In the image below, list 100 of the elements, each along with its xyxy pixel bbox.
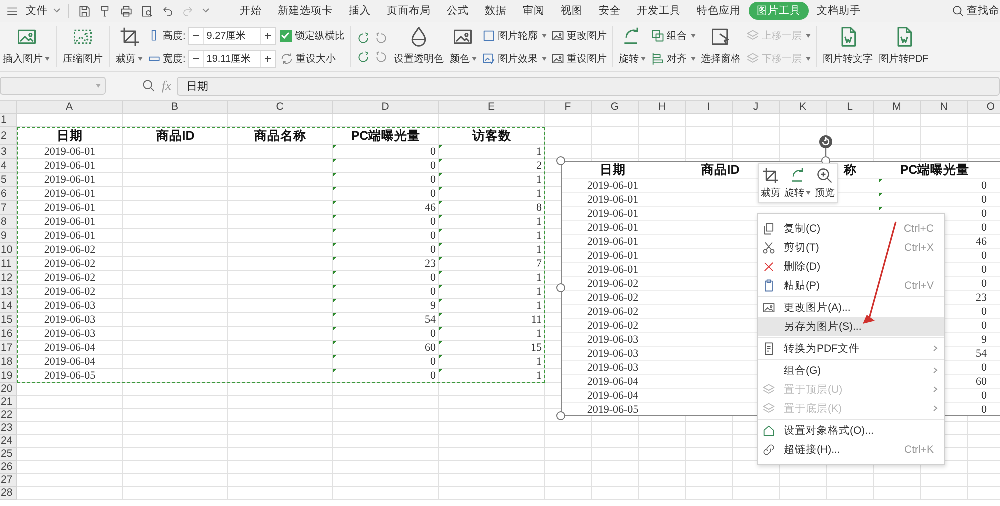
menu-tab[interactable]: 视图 [553, 2, 591, 20]
plus-icon[interactable] [264, 55, 272, 64]
column-header[interactable]: D [333, 101, 439, 114]
column-header[interactable]: G [592, 101, 639, 114]
rotate-icon[interactable] [356, 32, 370, 44]
row-number[interactable]: 17 [0, 341, 17, 355]
menu-item[interactable]: 设置对象格式(O)... [758, 421, 944, 440]
column-header[interactable]: O [968, 101, 1000, 114]
row-number[interactable]: 12 [0, 271, 17, 285]
menu-item[interactable]: 粘贴(P) Ctrl+V [758, 276, 944, 295]
row-number[interactable]: 14 [0, 299, 17, 313]
ribbon-button[interactable]: 图片效果 [482, 52, 547, 66]
row-number[interactable]: 19 [0, 369, 17, 383]
column-header[interactable]: H [639, 101, 686, 114]
ribbon-button[interactable]: 设置透明色 [390, 24, 447, 71]
column-header[interactable]: N [921, 101, 968, 114]
resize-handle[interactable] [556, 411, 566, 421]
row-number[interactable]: 11 [0, 257, 17, 271]
menu-tab[interactable]: 页面布局 [379, 2, 439, 20]
rotate-icon[interactable] [374, 32, 388, 44]
row-number[interactable]: 13 [0, 285, 17, 299]
row-number[interactable]: 4 [0, 159, 17, 173]
column-header[interactable]: F [545, 101, 592, 114]
menu-item[interactable]: 复制(C) Ctrl+C [758, 219, 944, 238]
resize-handle[interactable] [556, 283, 566, 293]
customize-caret-icon[interactable] [202, 8, 210, 14]
rotate-icon[interactable] [356, 50, 370, 64]
row-number[interactable]: 1 [0, 114, 17, 127]
column-header[interactable]: I [686, 101, 733, 114]
ribbon-button[interactable]: 重设图片 [550, 52, 607, 66]
row-number[interactable]: 9 [0, 229, 17, 243]
column-header[interactable]: M [874, 101, 921, 114]
menu-item[interactable]: 转换为PDF文件 [758, 339, 944, 358]
menu-tab[interactable]: 开发工具 [629, 2, 689, 20]
row-number[interactable]: 15 [0, 313, 17, 327]
row-number[interactable]: 20 [0, 383, 17, 396]
ribbon-button[interactable]: 对齐 [650, 52, 696, 66]
menu-tab[interactable]: 文档助手 [809, 2, 869, 20]
column-header[interactable]: K [780, 101, 827, 114]
ribbon-button[interactable]: 组合 [650, 28, 696, 43]
menu-tab[interactable]: 开始 [232, 2, 270, 20]
search-label[interactable]: 查找命 [967, 4, 1000, 18]
row-number[interactable]: 18 [0, 355, 17, 369]
ribbon-button[interactable]: 插入图片 [0, 24, 53, 71]
row-number[interactable]: 22 [0, 409, 17, 422]
row-number[interactable]: 24 [0, 435, 17, 448]
checkbox-label[interactable]: 锁定纵横比 [294, 28, 345, 43]
column-header[interactable]: J [733, 101, 780, 114]
row-number[interactable]: 8 [0, 215, 17, 229]
row-number[interactable]: 23 [0, 422, 17, 435]
column-header[interactable]: E [439, 101, 545, 114]
menu-item[interactable]: 超链接(H)... Ctrl+K [758, 440, 944, 459]
menu-tab[interactable]: 插入 [341, 2, 379, 20]
rotate-icon[interactable] [374, 50, 388, 64]
ribbon-button[interactable]: 图片轮廓 [482, 28, 547, 43]
menu-tab[interactable]: 数据 [477, 2, 515, 20]
menu-item[interactable]: 更改图片(A)... [758, 298, 944, 317]
row-number[interactable]: 26 [0, 461, 17, 474]
column-header[interactable]: A [17, 101, 123, 114]
menu-tab[interactable]: 安全 [591, 2, 629, 20]
column-header[interactable]: L [827, 101, 874, 114]
row-number[interactable]: 10 [0, 243, 17, 257]
row-number[interactable]: 21 [0, 396, 17, 409]
file-menu[interactable]: 文件 [25, 4, 49, 18]
menu-item[interactable]: 组合(G) [758, 361, 944, 380]
number-spinner[interactable]: 19.11厘米 [188, 50, 276, 68]
ribbon-button[interactable]: 旋转 [616, 24, 649, 71]
menu-tab[interactable]: 公式 [439, 2, 477, 20]
rotate-handle[interactable] [819, 135, 833, 157]
ribbon-button[interactable]: 图片转文字 [820, 24, 876, 71]
ribbon-button[interactable]: 颜色 [446, 24, 480, 71]
column-header[interactable]: B [123, 101, 228, 114]
menu-tab[interactable]: 特色应用 [689, 2, 749, 20]
plus-icon[interactable] [264, 32, 272, 40]
checkbox[interactable] [280, 30, 292, 42]
row-number[interactable]: 7 [0, 201, 17, 215]
ribbon-button[interactable]: 图片转PDF [876, 24, 932, 71]
menu-item[interactable]: 另存为图片(S)... [758, 317, 944, 336]
row-number[interactable]: 27 [0, 474, 17, 487]
row-number[interactable]: 6 [0, 187, 17, 201]
menu-item[interactable]: 删除(D) [758, 257, 944, 276]
resize-handle[interactable] [556, 156, 566, 166]
row-number[interactable]: 3 [0, 145, 17, 159]
ribbon-button[interactable]: 选择窗格 [698, 24, 744, 71]
ribbon-button[interactable]: 裁剪 [113, 24, 146, 71]
menu-tab[interactable]: 新建选项卡 [270, 2, 341, 20]
ribbon-button[interactable]: 更改图片 [550, 28, 607, 43]
toolbar-button[interactable]: 预览 [815, 164, 836, 202]
row-number[interactable]: 16 [0, 327, 17, 341]
toolbar-button[interactable]: 旋转 [784, 164, 812, 202]
formula-input[interactable]: 日期 [177, 76, 1000, 96]
row-number[interactable]: 2 [0, 127, 17, 145]
column-header[interactable]: C [228, 101, 333, 114]
ribbon-button[interactable]: 重设大小 [280, 52, 345, 66]
row-number[interactable]: 25 [0, 448, 17, 461]
ribbon-button[interactable]: 压缩图片 [60, 24, 106, 71]
number-spinner[interactable]: 9.27厘米 [188, 26, 276, 45]
row-number[interactable]: 5 [0, 173, 17, 187]
row-number[interactable]: 28 [0, 487, 17, 500]
menu-tab[interactable]: 审阅 [515, 2, 553, 20]
